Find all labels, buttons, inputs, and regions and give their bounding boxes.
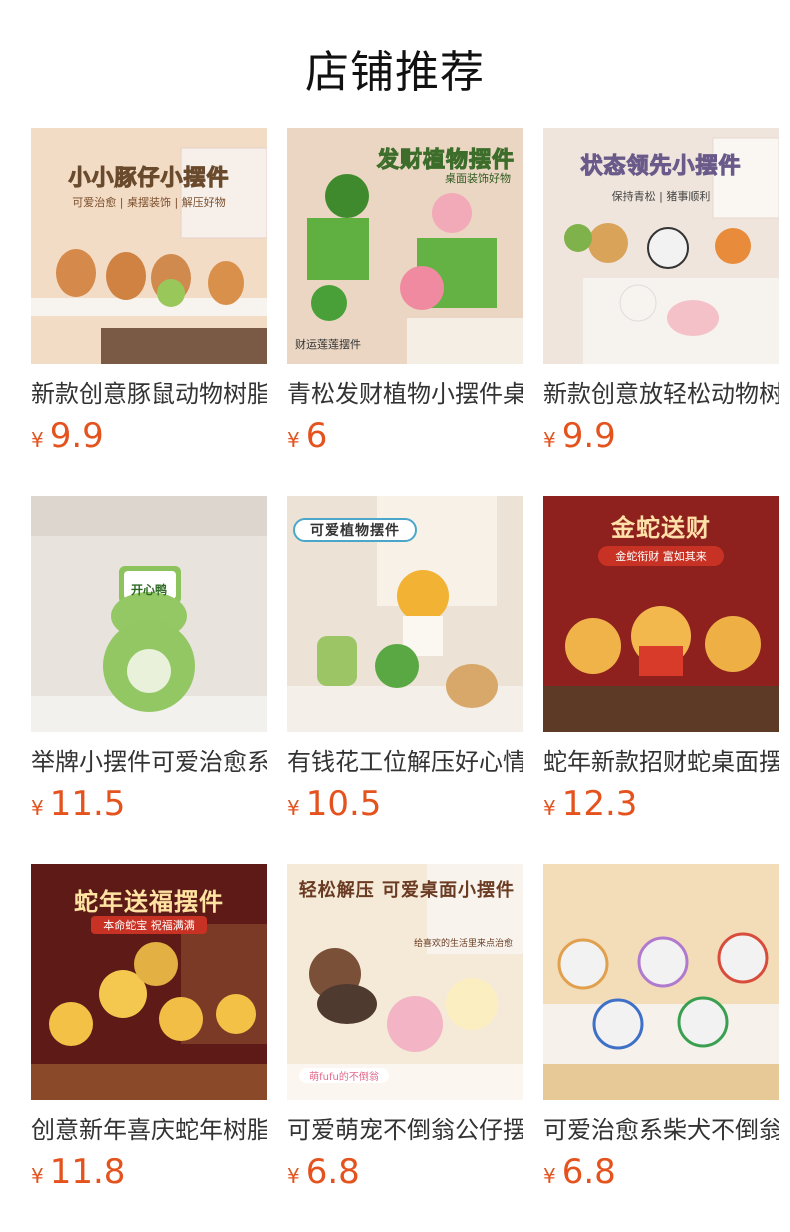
section-title: 店铺推荐 bbox=[305, 47, 485, 98]
product-image[interactable]: 轻松解压 可爱桌面小摆件 给喜欢的生活里来点治愈 萌fufu的不倒翁 bbox=[287, 864, 523, 1100]
product-card[interactable]: 轻松解压 可爱桌面小摆件 给喜欢的生活里来点治愈 萌fufu的不倒翁 可爱萌宠不… bbox=[287, 864, 523, 1232]
product-price: ¥10.5 bbox=[287, 784, 523, 830]
product-image[interactable]: 蛇年送福摆件 本命蛇宝 祝福满满 bbox=[31, 864, 267, 1100]
image-banner: 可爱植物摆件 bbox=[293, 518, 417, 542]
product-price: ¥6 bbox=[287, 416, 523, 462]
price-value: 11.5 bbox=[49, 784, 126, 824]
image-subbanner: 本命蛇宝 祝福满满 bbox=[91, 916, 207, 934]
image-subbanner: 金蛇衔财 富如其来 bbox=[598, 546, 724, 566]
product-price: ¥6.8 bbox=[287, 1152, 523, 1198]
product-price: ¥11.5 bbox=[31, 784, 267, 830]
product-image[interactable]: 状态领先小摆件 保持青松 | 猪事顺利 bbox=[543, 128, 779, 364]
image-banner: 状态领先小摆件 bbox=[580, 154, 742, 180]
image-subbanner: 桌面装饰好物 bbox=[445, 172, 511, 185]
price-value: 6.8 bbox=[305, 1152, 360, 1192]
price-value: 6 bbox=[305, 416, 328, 456]
price-value: 12.3 bbox=[561, 784, 638, 824]
product-grid: 小小豚仔小摆件 可爱治愈 | 桌摆装饰 | 解压好物 新款创意豚鼠动物树脂小摆件… bbox=[31, 128, 779, 1232]
product-price: ¥9.9 bbox=[543, 416, 779, 462]
currency-symbol: ¥ bbox=[543, 1164, 556, 1188]
product-image[interactable]: 开心鸭 bbox=[31, 496, 267, 732]
currency-symbol: ¥ bbox=[543, 796, 556, 820]
price-value: 11.8 bbox=[49, 1152, 126, 1192]
product-image[interactable]: 小小豚仔小摆件 可爱治愈 | 桌摆装饰 | 解压好物 bbox=[31, 128, 267, 364]
product-price: ¥11.8 bbox=[31, 1152, 267, 1198]
currency-symbol: ¥ bbox=[287, 1164, 300, 1188]
product-card[interactable]: 蛇年送福摆件 本命蛇宝 祝福满满 创意新年喜庆蛇年树脂摆件 ¥11.8 bbox=[31, 864, 267, 1232]
image-subbanner: 可爱治愈 | 桌摆装饰 | 解压好物 bbox=[72, 196, 226, 209]
product-name[interactable]: 青松发财植物小摆件桌面装饰 bbox=[287, 378, 523, 410]
product-card[interactable]: 金蛇送财 金蛇衔财 富如其来 蛇年新款招财蛇桌面摆件 ¥12.3 bbox=[543, 496, 779, 864]
currency-symbol: ¥ bbox=[287, 796, 300, 820]
product-card[interactable]: 状态领先小摆件 保持青松 | 猪事顺利 新款创意放轻松动物树脂摆件 ¥9.9 bbox=[543, 128, 779, 496]
image-subbanner: 给喜欢的生活里来点治愈 bbox=[413, 939, 513, 949]
product-name[interactable]: 可爱萌宠不倒翁公仔摆件 bbox=[287, 1114, 523, 1146]
currency-symbol: ¥ bbox=[31, 428, 44, 452]
product-name[interactable]: 蛇年新款招财蛇桌面摆件 bbox=[543, 746, 779, 778]
product-price: ¥12.3 bbox=[543, 784, 779, 830]
image-tag: 开心鸭 bbox=[130, 583, 167, 597]
currency-symbol: ¥ bbox=[31, 1164, 44, 1188]
product-name[interactable]: 可爱治愈系柴犬不倒翁摆件 bbox=[543, 1114, 779, 1146]
shiba-tumbler-image bbox=[543, 864, 779, 1100]
currency-symbol: ¥ bbox=[287, 428, 300, 452]
product-image[interactable]: 金蛇送财 金蛇衔财 富如其来 bbox=[543, 496, 779, 732]
product-name[interactable]: 新款创意豚鼠动物树脂小摆件 bbox=[31, 378, 267, 410]
product-name[interactable]: 创意新年喜庆蛇年树脂摆件 bbox=[31, 1114, 267, 1146]
product-card[interactable]: 可爱治愈系柴犬不倒翁摆件 ¥6.8 bbox=[543, 864, 779, 1232]
price-value: 6.8 bbox=[561, 1152, 616, 1192]
price-value: 9.9 bbox=[49, 416, 104, 456]
product-name[interactable]: 有钱花工位解压好心情摆件 bbox=[287, 746, 523, 778]
image-tag: 萌fufu的不倒翁 bbox=[299, 1068, 389, 1083]
image-banner: 金蛇送财 bbox=[611, 514, 711, 542]
image-banner: 轻松解压 可爱桌面小摆件 bbox=[298, 880, 515, 901]
product-card[interactable]: 可爱植物摆件 有钱花工位解压好心情摆件 ¥10.5 bbox=[287, 496, 523, 864]
image-tag: 财运莲莲摆件 bbox=[295, 338, 361, 351]
product-card[interactable]: 开心鸭 举牌小摆件可爱治愈系青蛙 ¥11.5 bbox=[31, 496, 267, 864]
product-price: ¥6.8 bbox=[543, 1152, 779, 1198]
image-banner: 小小豚仔小摆件 bbox=[68, 166, 230, 192]
currency-symbol: ¥ bbox=[543, 428, 556, 452]
price-value: 10.5 bbox=[305, 784, 382, 824]
image-banner: 蛇年送福摆件 bbox=[74, 888, 224, 916]
frog-image bbox=[31, 496, 267, 732]
product-image[interactable] bbox=[543, 864, 779, 1100]
product-card[interactable]: 小小豚仔小摆件 可爱治愈 | 桌摆装饰 | 解压好物 新款创意豚鼠动物树脂小摆件… bbox=[31, 128, 267, 496]
product-price: ¥9.9 bbox=[31, 416, 267, 462]
currency-symbol: ¥ bbox=[31, 796, 44, 820]
product-name[interactable]: 新款创意放轻松动物树脂摆件 bbox=[543, 378, 779, 410]
product-image[interactable]: 发财植物摆件 桌面装饰好物 财运莲莲摆件 bbox=[287, 128, 523, 364]
product-card[interactable]: 发财植物摆件 桌面装饰好物 财运莲莲摆件 青松发财植物小摆件桌面装饰 ¥6 bbox=[287, 128, 523, 496]
image-subbanner: 保持青松 | 猪事顺利 bbox=[611, 190, 711, 203]
product-image[interactable]: 可爱植物摆件 bbox=[287, 496, 523, 732]
price-value: 9.9 bbox=[561, 416, 616, 456]
product-name[interactable]: 举牌小摆件可爱治愈系青蛙 bbox=[31, 746, 267, 778]
